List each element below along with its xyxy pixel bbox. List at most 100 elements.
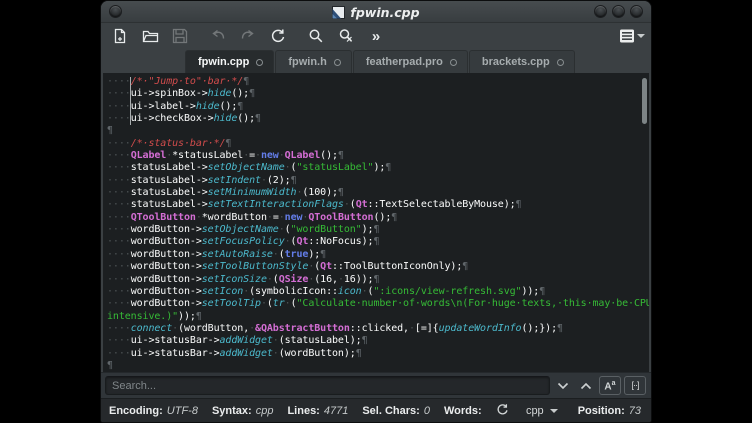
code-line: ····wordButton->setObjectName·("wordButt… bbox=[107, 224, 649, 236]
syntax-combobox-value: cpp bbox=[526, 405, 544, 417]
status-item-sel-chars: Sel. Chars: 0 bbox=[362, 405, 430, 417]
status-item-value: UTF-8 bbox=[167, 405, 198, 417]
refresh-icon bbox=[496, 403, 509, 419]
code-line: ¶ bbox=[107, 125, 649, 137]
status-item-value: 4771 bbox=[324, 405, 348, 417]
title-bar[interactable]: fpwin.cpp bbox=[101, 1, 651, 23]
undo-icon bbox=[210, 28, 226, 44]
status-item-label: Words: bbox=[444, 405, 482, 417]
tab-featherpad.pro[interactable]: featherpad.pro bbox=[353, 50, 468, 73]
main-menu-button[interactable] bbox=[621, 25, 643, 47]
status-item-syntax: Syntax: cpp bbox=[212, 405, 274, 417]
tab-label: brackets.cpp bbox=[482, 56, 550, 68]
find-next-button[interactable] bbox=[553, 376, 573, 396]
tab-label: fpwin.h bbox=[288, 56, 327, 68]
tab-close-icon[interactable] bbox=[334, 59, 341, 66]
overflow-chevrons-icon: » bbox=[372, 29, 380, 44]
code-line: ····/*·"Jump·to"·bar·*/¶ bbox=[107, 76, 649, 88]
code-line: ····statusLabel->setObjectName·("statusL… bbox=[107, 162, 649, 174]
search-off-button[interactable] bbox=[335, 25, 357, 47]
status-item-value: cpp bbox=[256, 405, 274, 417]
open-button[interactable] bbox=[139, 25, 161, 47]
code-line: ····wordButton->setAutoRaise·(true);¶ bbox=[107, 249, 649, 261]
code-line: ¶ bbox=[107, 360, 649, 372]
save-icon bbox=[172, 28, 188, 44]
code-line: intensive.)"));¶ bbox=[107, 311, 649, 323]
code-line: ····connect·(wordButton,·&QAbstractButto… bbox=[107, 323, 649, 335]
chevron-up-icon bbox=[580, 377, 592, 395]
undo-button[interactable] bbox=[207, 25, 229, 47]
vertical-scrollbar-handle[interactable] bbox=[642, 78, 647, 124]
code-line: ····ui->spinBox->hide();¶ bbox=[107, 88, 649, 100]
tab-close-icon[interactable] bbox=[557, 59, 564, 66]
close-button[interactable] bbox=[630, 5, 643, 18]
minimize-button[interactable] bbox=[594, 5, 607, 18]
code-line: ····ui->statusBar->addWidget·(wordButton… bbox=[107, 348, 649, 360]
find-previous-button[interactable] bbox=[576, 376, 596, 396]
tab-bar: fpwin.cpp fpwin.h featherpad.pro brackets.c… bbox=[101, 49, 651, 73]
tab-label: fpwin.cpp bbox=[198, 56, 249, 68]
status-item-encoding: Encoding: UTF-8 bbox=[109, 405, 198, 417]
chevron-down-icon bbox=[557, 377, 569, 395]
status-item-words: Words: bbox=[444, 405, 486, 417]
code-line: ····wordButton->setIcon·(symbolicIcon::i… bbox=[107, 286, 649, 298]
code-line: ····QToolButton·*wordButton·=·new·QToolB… bbox=[107, 212, 649, 224]
code-line: ····wordButton->setToolButtonStyle·(Qt::… bbox=[107, 261, 649, 273]
new-document-icon bbox=[112, 28, 128, 44]
syntax-combobox[interactable]: cpp bbox=[522, 403, 562, 419]
tab-label: featherpad.pro bbox=[366, 56, 443, 68]
cursor-position: Position: 73 bbox=[578, 405, 641, 417]
code-line: ····wordButton->setFocusPolicy·(Qt::NoFo… bbox=[107, 236, 649, 248]
code-line: ····wordButton->setToolTip·(tr·("Calcula… bbox=[107, 298, 649, 310]
match-case-button[interactable]: Aa bbox=[599, 376, 621, 395]
tab-brackets.cpp[interactable]: brackets.cpp bbox=[469, 50, 575, 73]
maximize-button[interactable] bbox=[612, 5, 625, 18]
status-item-value: 0 bbox=[424, 405, 430, 417]
editor-frame: ····/*·"Jump·to"·bar·*/¶····ui->spinBox-… bbox=[101, 73, 651, 372]
code-line: ····wordButton->setIconSize·(QSize·(16,·… bbox=[107, 274, 649, 286]
toolbar-overflow-button[interactable]: » bbox=[365, 25, 387, 47]
reload-icon bbox=[270, 28, 286, 44]
search-input[interactable] bbox=[105, 376, 550, 395]
status-bar: Encoding: UTF-8 Syntax: cpp Lines: 4771 Sel. C… bbox=[101, 398, 651, 423]
redo-icon bbox=[240, 28, 256, 44]
search-button[interactable] bbox=[305, 25, 327, 47]
code-line: ····ui->label->hide();¶ bbox=[107, 101, 649, 113]
position-label: Position: bbox=[578, 405, 625, 417]
tab-fpwin.h[interactable]: fpwin.h bbox=[275, 50, 352, 73]
combobox-caret-icon bbox=[550, 409, 558, 413]
status-item-label: Encoding: bbox=[109, 405, 163, 417]
featherpad-window: fpwin.cpp bbox=[100, 0, 652, 423]
code-line: ····ui->statusBar->addWidget·(statusLabe… bbox=[107, 335, 649, 347]
featherpad-logo-icon bbox=[332, 6, 345, 19]
reload-button[interactable] bbox=[267, 25, 289, 47]
window-menu-button[interactable] bbox=[109, 5, 122, 18]
match-case-icon: Aa bbox=[604, 380, 615, 392]
hamburger-menu-icon bbox=[619, 29, 635, 43]
whole-word-button[interactable]: [··] bbox=[624, 376, 646, 395]
search-icon bbox=[308, 28, 324, 44]
status-item-label: Lines: bbox=[287, 405, 319, 417]
tab-fpwin.cpp[interactable]: fpwin.cpp bbox=[185, 50, 274, 73]
status-item-label: Syntax: bbox=[212, 405, 252, 417]
new-document-button[interactable] bbox=[109, 25, 131, 47]
menu-caret-icon bbox=[637, 34, 645, 38]
code-line: ····statusLabel->setMinimumWidth·(100);¶ bbox=[107, 187, 649, 199]
tab-close-icon[interactable] bbox=[256, 59, 263, 66]
search-off-icon bbox=[338, 28, 355, 44]
code-line: ····ui->checkBox->hide();¶ bbox=[107, 113, 649, 125]
redo-button[interactable] bbox=[237, 25, 259, 47]
status-item-label: Sel. Chars: bbox=[362, 405, 419, 417]
code-line: ····QLabel·*statusLabel·=·new·QLabel();¶ bbox=[107, 150, 649, 162]
search-bar: Aa [··] bbox=[101, 372, 651, 398]
save-button[interactable] bbox=[169, 25, 191, 47]
code-line: ····/*·status·bar·*/¶ bbox=[107, 138, 649, 150]
toolbar: » bbox=[101, 23, 651, 49]
whole-word-icon: [··] bbox=[632, 381, 639, 390]
indent-guide-line bbox=[130, 77, 131, 125]
tab-close-icon[interactable] bbox=[450, 59, 457, 66]
code-line: ····statusLabel->setTextInteractionFlags… bbox=[107, 199, 649, 211]
status-item-lines: Lines: 4771 bbox=[287, 405, 348, 417]
code-editor[interactable]: ····/*·"Jump·to"·bar·*/¶····ui->spinBox-… bbox=[103, 73, 649, 372]
word-count-refresh-button[interactable] bbox=[496, 403, 509, 419]
